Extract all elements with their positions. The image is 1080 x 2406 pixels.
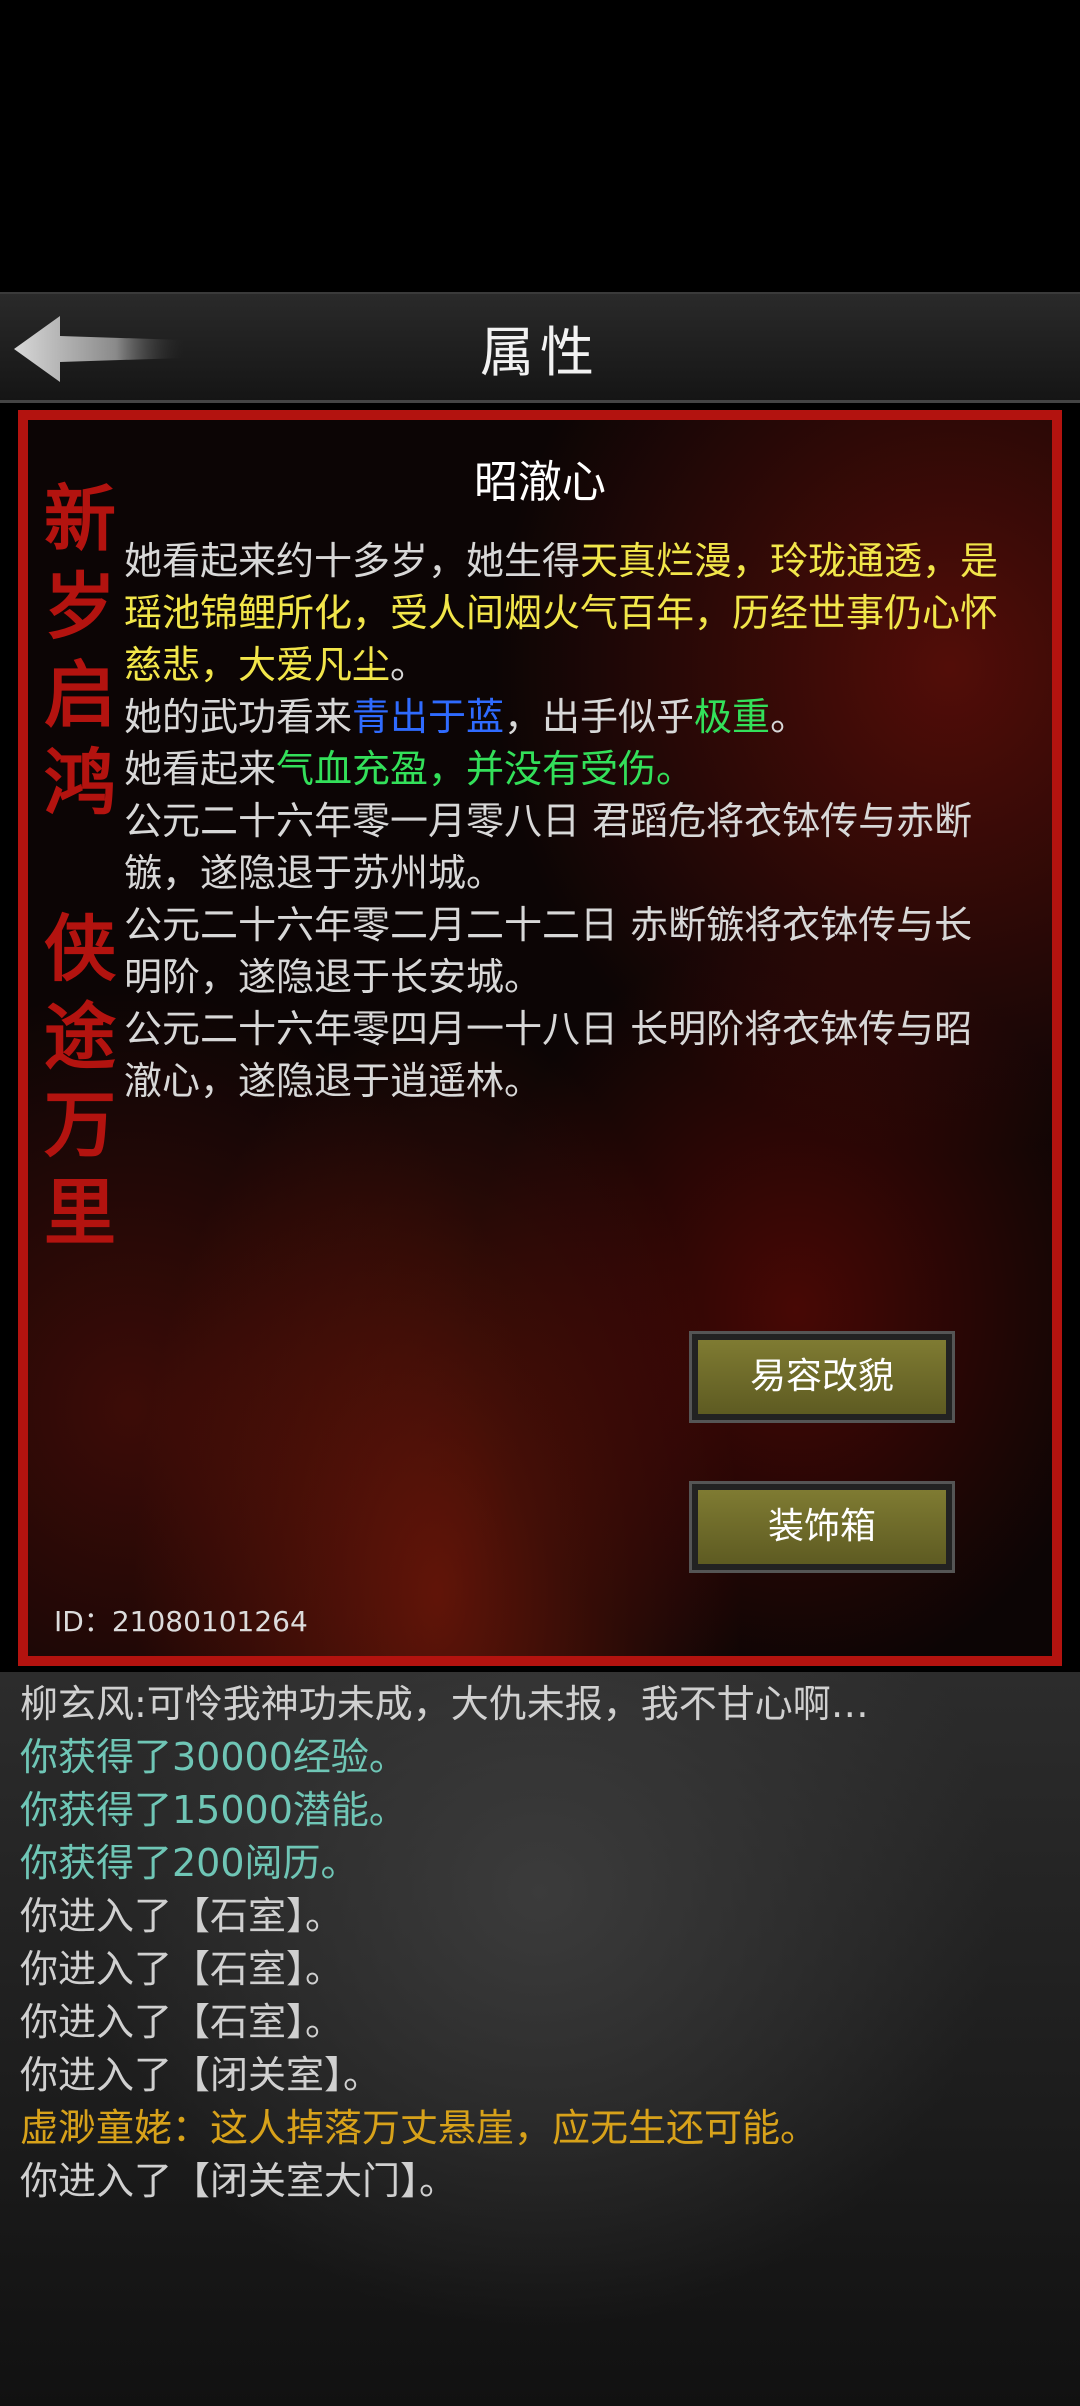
character-name: 昭澈心 — [474, 457, 606, 508]
desc-text: 她看起来 — [124, 747, 277, 791]
desc-text: ，出手似乎 — [504, 695, 695, 739]
appearance-line: 她看起来约十多岁，她生得天真烂漫，玲珑通透，是瑶池锦鲤所化，受人间烟火气百年，历… — [124, 535, 1004, 691]
desc-text: 她看起来约十多岁，她生得 — [124, 539, 581, 583]
calligraphy-banner-top: 新岁启鸿 — [43, 476, 116, 825]
history-line: 公元二十六年零二月二十二日 赤断镞将衣钵传与长明阶，遂隐退于长安城。 — [124, 903, 973, 999]
desc-text: 。 — [770, 695, 809, 739]
log-line: 你进入了【闭关室】。 — [20, 2053, 382, 2097]
player-id: ID：21080101264 — [54, 1605, 308, 1638]
desc-highlight: 青出于蓝 — [352, 695, 505, 739]
log-line: 你获得了30000经验。 — [20, 1735, 407, 1779]
martial-line: 她的武功看来青出于蓝，出手似乎极重。 — [124, 691, 1004, 743]
decoration-box-button[interactable]: 装饰箱 — [692, 1484, 952, 1570]
history-line: 公元二十六年零四月一十八日 长明阶将衣钵传与昭澈心，遂隐退于逍遥林。 — [124, 1007, 973, 1103]
character-description: 她看起来约十多岁，她生得天真烂漫，玲珑通透，是瑶池锦鲤所化，受人间烟火气百年，历… — [124, 535, 1004, 1107]
log-line: 你进入了【石室】。 — [20, 1894, 344, 1938]
attribute-panel: 新岁启鸿 侠途万里 昭澈心 她看起来约十多岁，她生得天真烂漫，玲珑通透，是瑶池锦… — [18, 410, 1062, 1666]
desc-highlight: 气血充盈，并没有受伤。 — [276, 747, 695, 791]
page-title: 属性 — [480, 321, 600, 384]
log-line: 你进入了【石室】。 — [20, 1947, 344, 1991]
message-log[interactable]: 柳玄风:可怜我神功未成，大仇未报，我不甘心啊… 你获得了30000经验。 你获得… — [0, 1672, 1080, 2406]
log-line: 你进入了【闭关室大门】。 — [20, 2159, 458, 2203]
desc-text: 她的武功看来 — [124, 695, 353, 739]
disguise-button[interactable]: 易容改貌 — [692, 1334, 952, 1420]
log-line: 你进入了【石室】。 — [20, 2000, 344, 2044]
log-line: 柳玄风:可怜我神功未成，大仇未报，我不甘心啊… — [20, 1682, 869, 1726]
history-line: 公元二十六年零一月零八日 君蹈危将衣钵传与赤断镞，遂隐退于苏州城。 — [124, 799, 973, 895]
desc-highlight: 极重 — [694, 695, 771, 739]
desc-text: 。 — [390, 643, 429, 687]
log-line: 虚渺童姥：这人掉落万丈悬崖，应无生还可能。 — [20, 2106, 819, 2150]
log-line: 你获得了200阅历。 — [20, 1841, 359, 1885]
calligraphy-banner-bottom: 侠途万里 — [43, 906, 116, 1255]
top-bar: 属性 — [0, 292, 1080, 403]
health-line: 她看起来气血充盈，并没有受伤。 — [124, 743, 1004, 795]
log-line: 你获得了15000潜能。 — [20, 1788, 407, 1832]
